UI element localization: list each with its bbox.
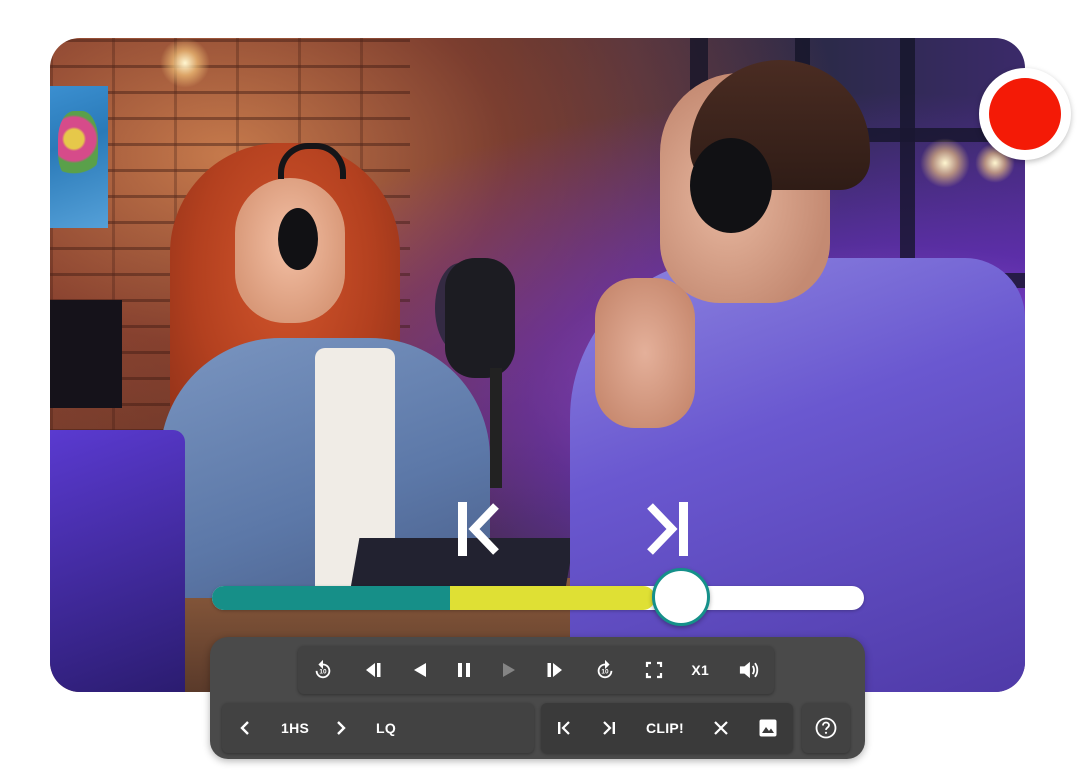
- jump-to-start-marker-icon[interactable]: [456, 500, 500, 558]
- forward-10-icon: 10: [597, 659, 613, 679]
- clip-end-icon: [603, 721, 615, 735]
- prev-frame-button[interactable]: [363, 660, 383, 680]
- jump-to-end-marker-icon[interactable]: [646, 500, 690, 558]
- record-indicator-icon[interactable]: [979, 68, 1071, 160]
- chevron-right-icon: [337, 721, 346, 735]
- headphone-cup: [690, 138, 772, 233]
- microphone: [445, 258, 515, 378]
- wall-painting: [50, 86, 108, 228]
- clip-button[interactable]: CLIP!: [646, 720, 684, 736]
- buffered-segment: [437, 586, 656, 610]
- chevron-left-icon: [240, 721, 249, 735]
- help-icon: [815, 717, 837, 739]
- man-hand: [595, 278, 695, 428]
- step-back-icon: [413, 663, 426, 677]
- pause-button[interactable]: [456, 661, 472, 679]
- quality-button[interactable]: LQ: [376, 720, 396, 736]
- close-button[interactable]: [713, 720, 729, 736]
- headphone-cup: [278, 208, 318, 270]
- monitor: [50, 300, 122, 408]
- progress-track[interactable]: [212, 586, 864, 610]
- close-icon: [714, 721, 728, 735]
- fullscreen-icon: [645, 661, 662, 679]
- window-light: [920, 138, 970, 188]
- play-button[interactable]: [501, 661, 517, 679]
- interval-prev-button[interactable]: [238, 720, 252, 736]
- fullscreen-button[interactable]: [645, 661, 663, 679]
- prev-frame-icon: [365, 663, 381, 677]
- snapshot-button[interactable]: [758, 718, 778, 738]
- forward-10-button[interactable]: 10: [594, 659, 616, 681]
- svg-text:10: 10: [320, 669, 328, 676]
- clip-start-icon: [557, 721, 570, 735]
- volume-icon: [739, 661, 758, 679]
- interval-quality-bar: 1HS LQ: [222, 703, 534, 753]
- played-segment: [212, 586, 450, 610]
- interval-label: 1HS: [281, 720, 310, 736]
- step-back-button[interactable]: [412, 661, 428, 679]
- speed-button[interactable]: X1: [691, 662, 709, 678]
- playback-toolbar: 10 10 X1: [298, 646, 774, 694]
- next-frame-icon: [547, 663, 563, 677]
- clip-toolbar: CLIP!: [541, 703, 793, 753]
- interval-next-button[interactable]: [334, 720, 348, 736]
- svg-text:10: 10: [601, 669, 609, 676]
- help-bar: [802, 703, 850, 753]
- ceiling-lamp: [160, 38, 210, 88]
- volume-button[interactable]: [738, 660, 760, 680]
- next-frame-button[interactable]: [545, 660, 565, 680]
- mic-arm: [490, 368, 502, 488]
- clip-end-button[interactable]: [601, 720, 617, 736]
- pause-icon: [458, 663, 471, 677]
- laptop: [50, 430, 185, 692]
- image-icon: [759, 719, 777, 737]
- clip-start-button[interactable]: [556, 720, 572, 736]
- help-button[interactable]: [815, 717, 837, 739]
- rewind-10-icon: 10: [315, 659, 331, 679]
- play-icon: [502, 663, 515, 677]
- rewind-10-button[interactable]: 10: [312, 659, 334, 681]
